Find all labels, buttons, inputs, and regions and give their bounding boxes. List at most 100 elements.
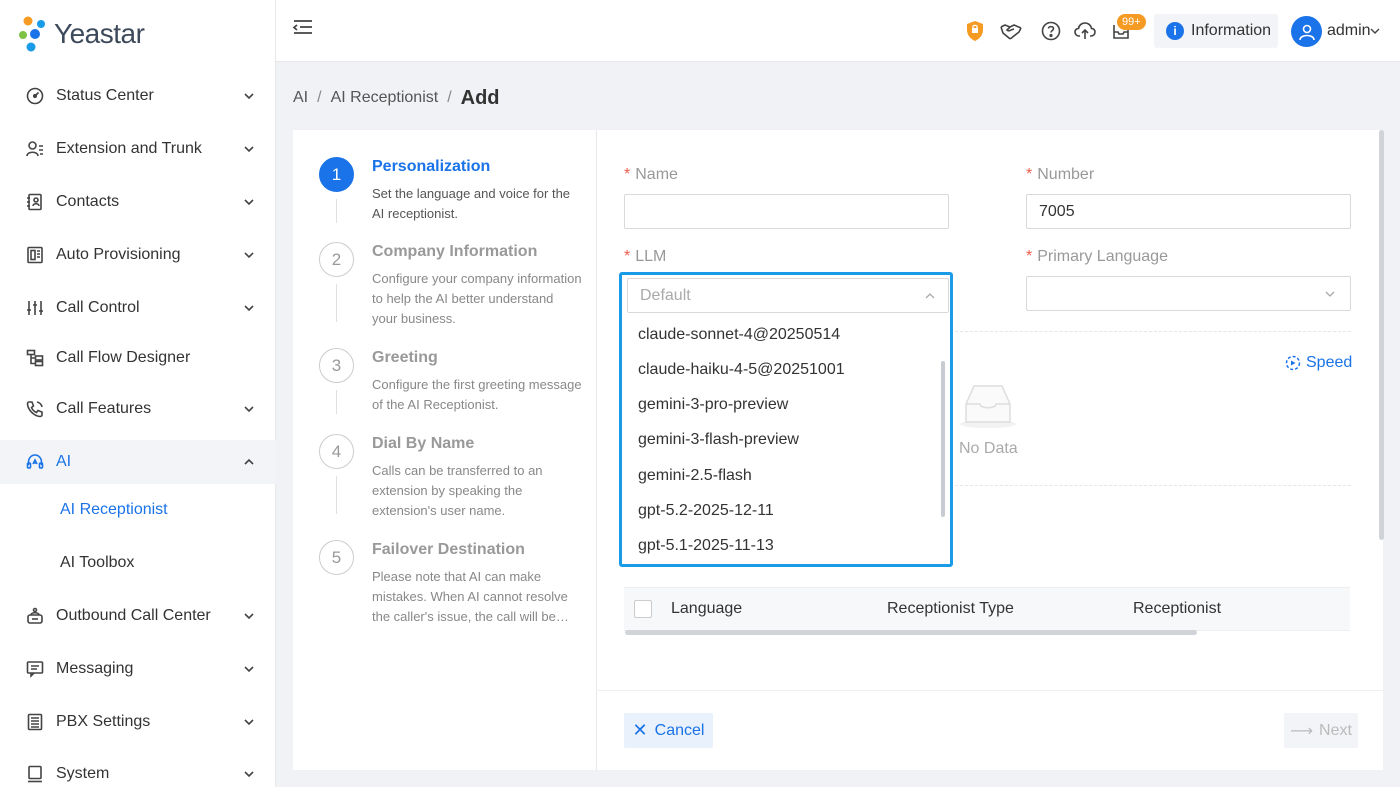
llm-option[interactable]: gpt-5.2-2025-12-11 [638, 502, 774, 520]
llm-option[interactable]: claude-haiku-4-5@20251001 [638, 361, 845, 379]
form-vertical-scrollbar[interactable] [1379, 130, 1384, 540]
information-button[interactable]: i Information [1154, 14, 1278, 48]
no-data-text: No Data [959, 440, 1018, 457]
empty-inbox-icon [960, 385, 1016, 428]
sidebar-item-label: Call Flow Designer [56, 349, 191, 366]
sidebar-subitem-ai-receptionist[interactable]: AI Receptionist [0, 490, 276, 530]
llm-option[interactable]: claude-sonnet-4@20250514 [638, 326, 840, 344]
chevron-down-icon [244, 406, 254, 413]
breadcrumb: AI / AI Receptionist / Add [293, 86, 500, 110]
cancel-button[interactable]: ✕ Cancel [624, 713, 713, 748]
sidebar-item-call-control[interactable]: Call Control [0, 286, 276, 330]
step-title: Failover Destination [372, 541, 525, 558]
step-connector [336, 284, 337, 322]
user-list-icon [25, 139, 45, 159]
column-receptionist: Receptionist [1133, 600, 1222, 617]
chevron-up-icon [925, 293, 935, 299]
sidebar-item-label: Messaging [56, 660, 134, 677]
information-label: Information [1191, 22, 1272, 39]
llm-option[interactable]: gemini-2.5-flash [638, 467, 752, 485]
chevron-down-icon[interactable] [1369, 25, 1381, 37]
llm-dropdown: Default claude-sonnet-4@20250514 claude-… [619, 272, 953, 567]
info-icon: i [1166, 22, 1184, 40]
number-label: * Number [1026, 166, 1095, 183]
sidebar-item-label: AI [56, 453, 72, 470]
brand-logo[interactable]: Yeastar [18, 14, 145, 54]
breadcrumb-parent[interactable]: AI Receptionist [331, 89, 439, 107]
menu-collapse-icon[interactable] [292, 18, 314, 38]
section-divider [955, 331, 1351, 332]
provisioning-icon [25, 245, 45, 265]
step-description: Configure the first greeting message of … [372, 377, 582, 412]
sidebar-item-label: Call Features [56, 400, 152, 417]
llm-option[interactable]: gemini-3-flash-preview [638, 431, 799, 449]
top-header: 99+ i Information admin [276, 0, 1400, 62]
speed-label: Speed [1306, 354, 1353, 371]
page-title: Add [460, 86, 500, 109]
settings-list-icon [25, 712, 45, 732]
step-connector [336, 476, 337, 514]
sidebar-item-label: Status Center [56, 87, 154, 104]
wizard-footer: ✕ Cancel ⟶ Next [598, 690, 1383, 770]
step-title: Personalization [372, 158, 491, 175]
monitor-icon [25, 764, 45, 784]
sidebar-item-outbound-call-center[interactable]: Outbound Call Center [0, 594, 276, 638]
steps-panel: 1 Personalization Set the language and v… [293, 130, 597, 770]
next-label: Next [1319, 721, 1352, 739]
sidebar-item-system[interactable]: System [0, 752, 276, 787]
dropdown-scrollbar[interactable] [941, 361, 945, 517]
notification-badge: 99+ [1117, 14, 1146, 30]
step-connector [336, 199, 337, 223]
chevron-down-icon [244, 771, 254, 778]
sidebar-item-call-features[interactable]: Call Features [0, 387, 276, 431]
llm-option[interactable]: gemini-3-pro-preview [638, 396, 788, 414]
llm-option[interactable]: gpt-5.1-2025-11-13 [638, 537, 774, 555]
cloud-upload-icon[interactable] [1074, 20, 1096, 42]
sidebar-item-status-center[interactable]: Status Center [0, 74, 276, 118]
name-input[interactable] [624, 194, 949, 229]
step-title: Company Information [372, 243, 538, 260]
section-divider [955, 485, 1351, 486]
column-receptionist-type: Receptionist Type [887, 600, 1014, 617]
handshake-icon[interactable] [1000, 20, 1022, 42]
help-icon[interactable] [1040, 20, 1062, 42]
step-number: 3 [319, 348, 354, 383]
sidebar-item-messaging[interactable]: Messaging [0, 647, 276, 691]
sidebar-item-extension-and-trunk[interactable]: Extension and Trunk [0, 127, 276, 171]
table-horizontal-scrollbar[interactable] [625, 630, 1197, 635]
sidebar-item-ai[interactable]: AI [0, 440, 276, 484]
sidebar-item-label: Contacts [56, 193, 120, 210]
sidebar-item-label: Outbound Call Center [56, 607, 211, 624]
step-description: Configure your company information to he… [372, 271, 582, 326]
breadcrumb-separator: / [317, 89, 322, 106]
sidebar-item-pbx-settings[interactable]: PBX Settings [0, 700, 276, 744]
sidebar-subitem-label: AI Toolbox [60, 554, 135, 571]
receptionist-table-header: Language Receptionist Type Receptionist [624, 587, 1350, 631]
yeastar-logo-icon [19, 16, 45, 52]
chevron-down-icon [244, 719, 254, 726]
sidebar-subitem-ai-toolbox[interactable]: AI Toolbox [0, 543, 276, 583]
gauge-icon [25, 86, 45, 106]
sidebar-item-auto-provisioning[interactable]: Auto Provisioning [0, 233, 276, 277]
primary-language-select[interactable] [1026, 276, 1351, 311]
name-label: * Name [624, 166, 678, 183]
chevron-down-icon [244, 252, 254, 259]
sidebar-item-call-flow-designer[interactable]: Call Flow Designer [0, 336, 276, 380]
security-shield-icon[interactable] [964, 20, 986, 42]
next-button[interactable]: ⟶ Next [1284, 713, 1358, 748]
column-language: Language [671, 600, 743, 617]
select-all-checkbox[interactable] [634, 600, 652, 618]
sidebar-item-contacts[interactable]: Contacts [0, 180, 276, 224]
step-connector [336, 390, 337, 414]
llm-select[interactable]: Default [627, 278, 949, 313]
breadcrumb-root[interactable]: AI [293, 89, 308, 107]
user-avatar[interactable] [1291, 16, 1322, 47]
llm-placeholder: Default [640, 286, 691, 304]
sidebar-subitem-label: AI Receptionist [60, 501, 168, 518]
user-name[interactable]: admin [1327, 22, 1371, 40]
number-input[interactable]: 7005 [1026, 194, 1351, 229]
sidebar: Yeastar Status Center Extension and Trun… [0, 0, 276, 787]
sidebar-item-label: Extension and Trunk [56, 140, 202, 157]
speed-control[interactable]: Speed [1285, 354, 1352, 372]
chevron-down-icon [244, 146, 254, 153]
